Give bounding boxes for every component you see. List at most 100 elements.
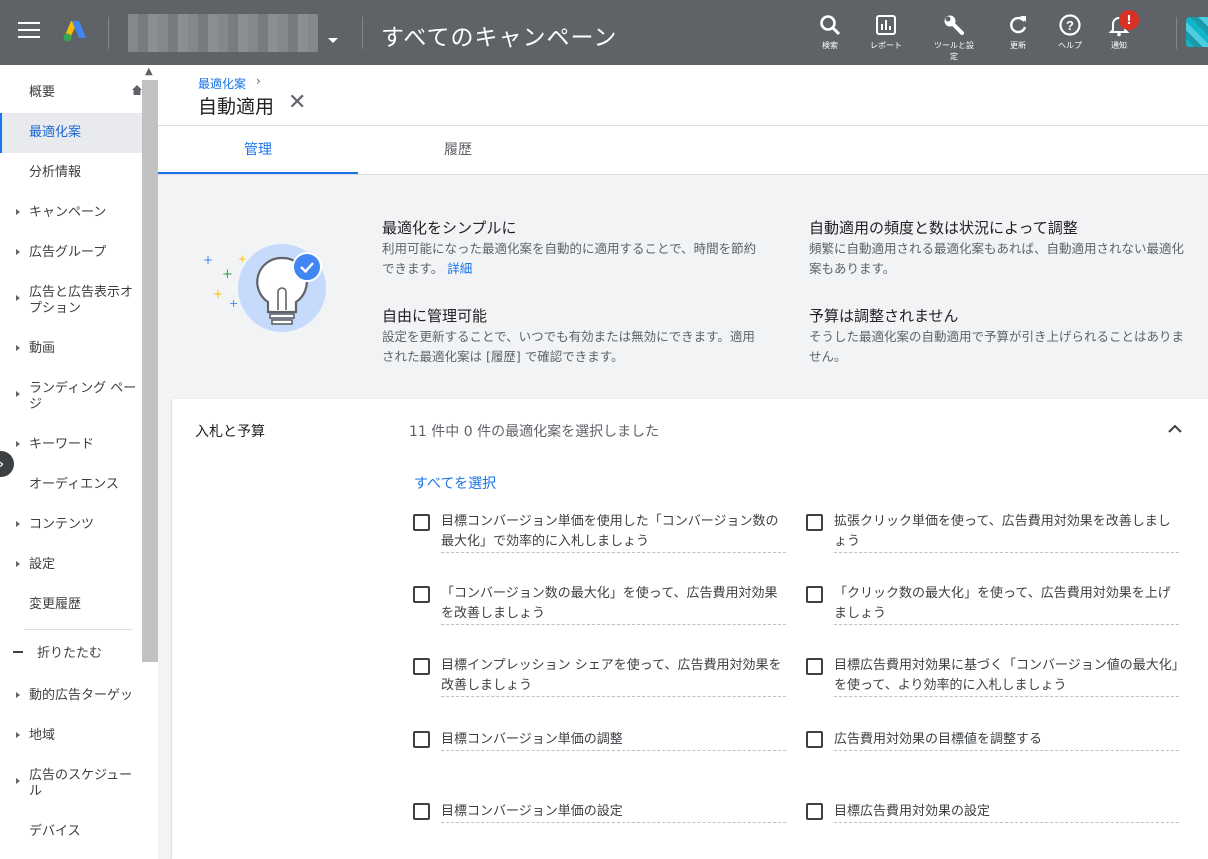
sidebar-item-ad-groups[interactable]: 広告グループ (0, 245, 142, 263)
expand-arrow-icon (16, 295, 20, 301)
account-dropdown-icon[interactable] (328, 38, 338, 43)
sidebar-item-recommendations[interactable]: 最適化案 (0, 113, 142, 153)
sidebar-item-dynamic-ad-targets[interactable]: 動的広告ターゲッ (0, 688, 142, 706)
bidding-budget-card (172, 399, 1208, 859)
reports-tool-label: レポート (870, 41, 902, 50)
tools-settings-tool[interactable]: ツールと設定 (924, 12, 984, 62)
svg-text:+: + (213, 287, 223, 301)
tab-history[interactable]: 履歴 (358, 126, 558, 174)
svg-text:+: + (203, 253, 213, 267)
sidebar-item-audiences[interactable]: オーディエンス (0, 477, 142, 495)
top-app-bar: すべてのキャンペーン 検索 レポート ツールと設定 更新 ? ヘルプ 通知 ! (0, 0, 1208, 65)
option-checkbox[interactable] (806, 803, 823, 820)
option-checkbox[interactable] (413, 803, 430, 820)
reports-tool[interactable]: レポート (856, 12, 916, 51)
svg-text:+: + (222, 267, 233, 282)
select-all-link[interactable]: すべてを選択 (414, 473, 496, 493)
refresh-tool-label: 更新 (1010, 41, 1026, 50)
divider (362, 17, 363, 49)
refresh-tool[interactable]: 更新 (988, 12, 1048, 51)
info-heading: 自由に管理可能 (382, 307, 488, 325)
tools-settings-label: ツールと設定 (934, 41, 974, 61)
option-label[interactable]: 目標インプレッション シェアを使って、広告費用対効果を改善しましょう (441, 656, 786, 697)
option-checkbox[interactable] (413, 586, 430, 603)
chevron-up-icon[interactable] (1166, 420, 1184, 438)
sidebar-item-insights[interactable]: 分析情報 (0, 165, 142, 183)
option-checkbox[interactable] (806, 731, 823, 748)
search-tool[interactable]: 検索 (800, 12, 860, 51)
sidebar-item-content[interactable]: コンテンツ (0, 517, 142, 535)
sidebar-item-ads-extensions[interactable]: 広告と広告表示オプション (0, 285, 142, 319)
expand-arrow-icon (16, 521, 20, 527)
notification-badge: ! (1119, 10, 1139, 30)
option-label[interactable]: 目標コンバージョン単価の調整 (441, 730, 786, 751)
campaign-scope-title: すべてのキャンペーン (381, 25, 618, 51)
sidebar-item-locations[interactable]: 地域 (0, 728, 142, 746)
sidebar-item-campaigns[interactable]: キャンペーン (0, 205, 142, 223)
sidebar-item-settings[interactable]: 設定 (0, 557, 142, 575)
divider (1176, 17, 1177, 49)
svg-text:+: + (238, 254, 246, 265)
option-label[interactable]: 目標広告費用対効果に基づく「コンバージョン値の最大化」を使って、より効率的に入札… (834, 656, 1179, 697)
expand-arrow-icon (16, 345, 20, 351)
option-checkbox[interactable] (806, 658, 823, 675)
learn-more-link[interactable]: 詳細 (447, 261, 472, 276)
sidebar-item-keywords[interactable]: キーワード (0, 437, 142, 455)
info-heading: 自動適用の頻度と数は状況によって調整 (809, 219, 1078, 237)
chevron-right-icon: › (0, 457, 4, 471)
option-label[interactable]: 目標コンバージョン単価を使用した「コンバージョン数の最大化」で効率的に入札しまし… (441, 512, 786, 553)
option-checkbox[interactable] (413, 514, 430, 531)
sidebar-item-devices[interactable]: デバイス (0, 824, 142, 842)
refresh-icon (1010, 16, 1027, 34)
option-checkbox[interactable] (413, 731, 430, 748)
expand-arrow-icon (16, 391, 20, 397)
avatar[interactable] (1186, 17, 1208, 47)
help-icon: ? (1059, 14, 1081, 36)
breadcrumb-recommendations-link[interactable]: 最適化案 (198, 75, 246, 92)
search-icon (820, 15, 841, 36)
option-checkbox[interactable] (806, 586, 823, 603)
option-label[interactable]: 目標コンバージョン単価の設定 (441, 802, 786, 823)
expand-arrow-icon (16, 778, 20, 784)
expand-arrow-icon (16, 732, 20, 738)
hamburger-menu-icon[interactable] (18, 22, 40, 40)
option-checkbox[interactable] (806, 514, 823, 531)
expand-arrow-icon (16, 692, 20, 698)
home-icon[interactable] (131, 84, 143, 96)
option-checkbox[interactable] (413, 658, 430, 675)
expand-arrow-icon (16, 561, 20, 567)
wrench-icon (944, 15, 964, 35)
info-text: 頻繁に自動適用される最適化案もあれば、自動適用されない最適化案もあります。 (809, 241, 1185, 276)
option-label[interactable]: 「コンバージョン数の最大化」を使って、広告費用対効果を改善しましょう (441, 584, 786, 625)
sidebar-scrollbar-thumb[interactable] (142, 80, 158, 662)
option-label[interactable]: 広告費用対効果の目標値を調整する (834, 730, 1179, 751)
close-icon[interactable]: ✕ (288, 90, 306, 116)
info-heading: 予算は調整されません (809, 307, 959, 325)
option-label[interactable]: 「クリック数の最大化」を使って、広告費用対効果を上げましょう (834, 584, 1179, 625)
svg-text:?: ? (1066, 18, 1074, 33)
sidebar-item-collapse[interactable]: 折りたたむ (0, 646, 142, 664)
sidebar-divider (24, 629, 132, 630)
selection-status: 11 件中 0 件の最適化案を選択しました (409, 424, 660, 440)
page-title: 自動適用 (198, 96, 275, 118)
google-ads-logo[interactable] (62, 18, 88, 44)
info-heading: 最適化をシンプルに (382, 219, 517, 237)
option-label[interactable]: 拡張クリック単価を使って、広告費用対効果を改善しましょう (834, 512, 1179, 553)
sidebar-item-overview[interactable]: 概要 (0, 85, 142, 103)
expand-arrow-icon (16, 441, 20, 447)
option-label[interactable]: 目標広告費用対効果の設定 (834, 802, 1179, 823)
search-tool-label: 検索 (822, 41, 838, 50)
info-text: 設定を更新することで、いつでも有効または無効にできます。適用された最適化案は [… (382, 329, 755, 364)
sidebar-item-change-history[interactable]: 変更履歴 (0, 597, 142, 615)
scroll-up-icon[interactable]: ▲ (145, 66, 153, 77)
section-title: 入札と予算 (195, 424, 265, 440)
page-header (158, 65, 1208, 126)
sidebar-item-ad-schedule[interactable]: 広告のスケジュール (0, 768, 142, 802)
sidebar-item-videos[interactable]: 動画 (0, 341, 142, 359)
expand-arrow-icon (16, 249, 20, 255)
sidebar-item-landing-pages[interactable]: ランディング ページ (0, 381, 142, 415)
reports-icon (876, 15, 896, 35)
account-selector[interactable] (128, 14, 318, 52)
tab-manage[interactable]: 管理 (158, 126, 358, 174)
lightbulb-illustration: + + + + + (203, 244, 326, 332)
